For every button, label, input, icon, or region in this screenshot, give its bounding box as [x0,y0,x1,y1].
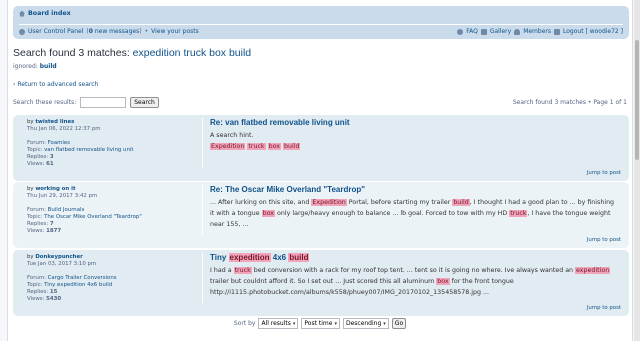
post-content: I had a truck bed conversion with a rack… [210,267,611,296]
post-meta: by working on it Thu Jun 29, 2017 3:42 p… [27,186,207,235]
search-results-label: Search these results: [13,99,77,106]
highlight-term: truck [509,210,528,217]
advanced-search-row: ‹ Return to advanced search [13,81,98,88]
page: Board index User Control Panel (0 new me… [7,0,633,341]
post-date: Thu Jan 06, 2022 12:37 pm [27,126,101,132]
replies-count: 7 [49,221,54,227]
post-content: ... After lurking on this site, and Expe… [210,199,615,228]
search-result: by twisted lines Thu Jan 06, 2022 12:37 … [13,115,629,181]
page-title: Search found 3 matches: expedition truck… [13,47,252,59]
forum-link[interactable]: Foamies [48,140,70,146]
home-icon [19,10,25,17]
views-count: 5430 [46,296,62,302]
post-meta: by twisted lines Thu Jan 06, 2022 12:37 … [27,119,207,168]
members-link[interactable]: Members [523,28,551,35]
sort-key-select[interactable]: Post time ▾ [301,318,340,329]
search-results-bar: Search these results: Search [13,97,159,108]
post-date: Tue Jan 03, 2017 3:10 pm [27,261,97,267]
post-title-link[interactable]: Re: van flatbed removable living unit [210,118,350,127]
search-result: by working on it Thu Jun 29, 2017 3:42 p… [13,182,629,248]
highlight-term: box [261,210,276,217]
results-filter-select[interactable]: All results ▾ [258,318,299,329]
new-messages-link[interactable]: 0 new messages [89,28,140,35]
replies-count: 3 [49,154,54,160]
highlight-term: truck [233,267,252,274]
back-arrow-icon: ‹ [13,81,16,88]
highlight-term: Expedition [210,143,246,150]
navbar: Board index User Control Panel (0 new me… [13,6,629,39]
logout-link[interactable]: Logout [ woodie72 ] [563,28,623,35]
forum-link[interactable]: Build Journals [48,207,85,213]
search-result: by Donkeypuncher Tue Jan 03, 2017 3:10 p… [13,250,629,316]
sort-by-label: Sort by [233,320,256,327]
faq-icon [457,28,464,35]
gallery-icon [480,28,487,35]
topic-link[interactable]: The Oscar Mike Overland "Teardrop" [44,214,142,220]
topic-link[interactable]: Tiny expedition 4x6 build [44,282,112,288]
jump-to-post-link[interactable]: Jump to post [587,237,621,243]
go-button[interactable]: Go [391,318,407,329]
author-link[interactable]: twisted lines [35,119,74,125]
chevron-down-icon: ▾ [334,320,337,327]
faq-link[interactable]: FAQ [466,28,478,35]
highlight-term: build [288,253,310,262]
topic-link[interactable]: van flatbed removable living unit [44,147,133,153]
return-advanced-search-link[interactable]: Return to advanced search [17,81,98,88]
sort-direction-select[interactable]: Descending ▾ [342,318,389,329]
search-button[interactable]: Search [130,97,159,108]
author-link[interactable]: working on it [35,186,75,192]
highlight-term: expedition [228,253,271,262]
chevron-down-icon: ▾ [383,320,386,327]
highlight-term: truck [247,143,266,150]
views-count: 1877 [46,228,62,234]
highlight-term: Expedition [311,199,347,206]
highlight-term: build [283,143,301,150]
post-content: A search hint. Expedition truck box buil… [210,132,301,150]
logout-icon [554,28,560,35]
user-control-panel-link[interactable]: User Control Panel [28,28,83,35]
user-control-panel-icon [19,28,25,35]
highlight-term: build [452,199,470,206]
members-icon [514,28,521,35]
scrollbar[interactable] [634,0,640,341]
search-results-input[interactable] [80,97,127,108]
post-date: Thu Jun 29, 2017 3:42 pm [27,193,98,199]
highlight-term: box [267,143,281,150]
post-title-link[interactable]: Re: The Oscar Mike Overland "Teardrop" [210,185,365,194]
jump-to-post-link[interactable]: Jump to post [587,305,621,311]
board-index-link[interactable]: Board index [28,10,71,17]
ignored-words: ignored: build [13,63,57,70]
highlight-term: expedition [575,267,611,274]
chevron-down-icon: ▾ [292,320,296,327]
navbar-divider [19,24,623,25]
replies-count: 15 [49,289,58,295]
post-meta: by Donkeypuncher Tue Jan 03, 2017 3:10 p… [27,254,207,303]
gallery-link[interactable]: Gallery [490,28,511,35]
page-info: Search found 3 matches • Page 1 of 1 [512,99,627,106]
jump-to-post-link[interactable]: Jump to post [587,170,621,176]
forum-link[interactable]: Cargo Trailer Conversions [48,275,117,281]
search-query-link[interactable]: expedition truck box build [133,47,252,59]
post-title-link[interactable]: Tiny expedition 4x6 build [210,253,310,262]
sort-bar: Sort by All results ▾ Post time ▾ Descendi… [8,318,632,329]
view-posts-link[interactable]: View your posts [151,28,199,35]
author-link[interactable]: Donkeypuncher [35,254,83,260]
highlight-term: box [436,278,450,285]
views-count: 61 [46,161,54,167]
scrollbar-thumb[interactable] [635,40,639,160]
